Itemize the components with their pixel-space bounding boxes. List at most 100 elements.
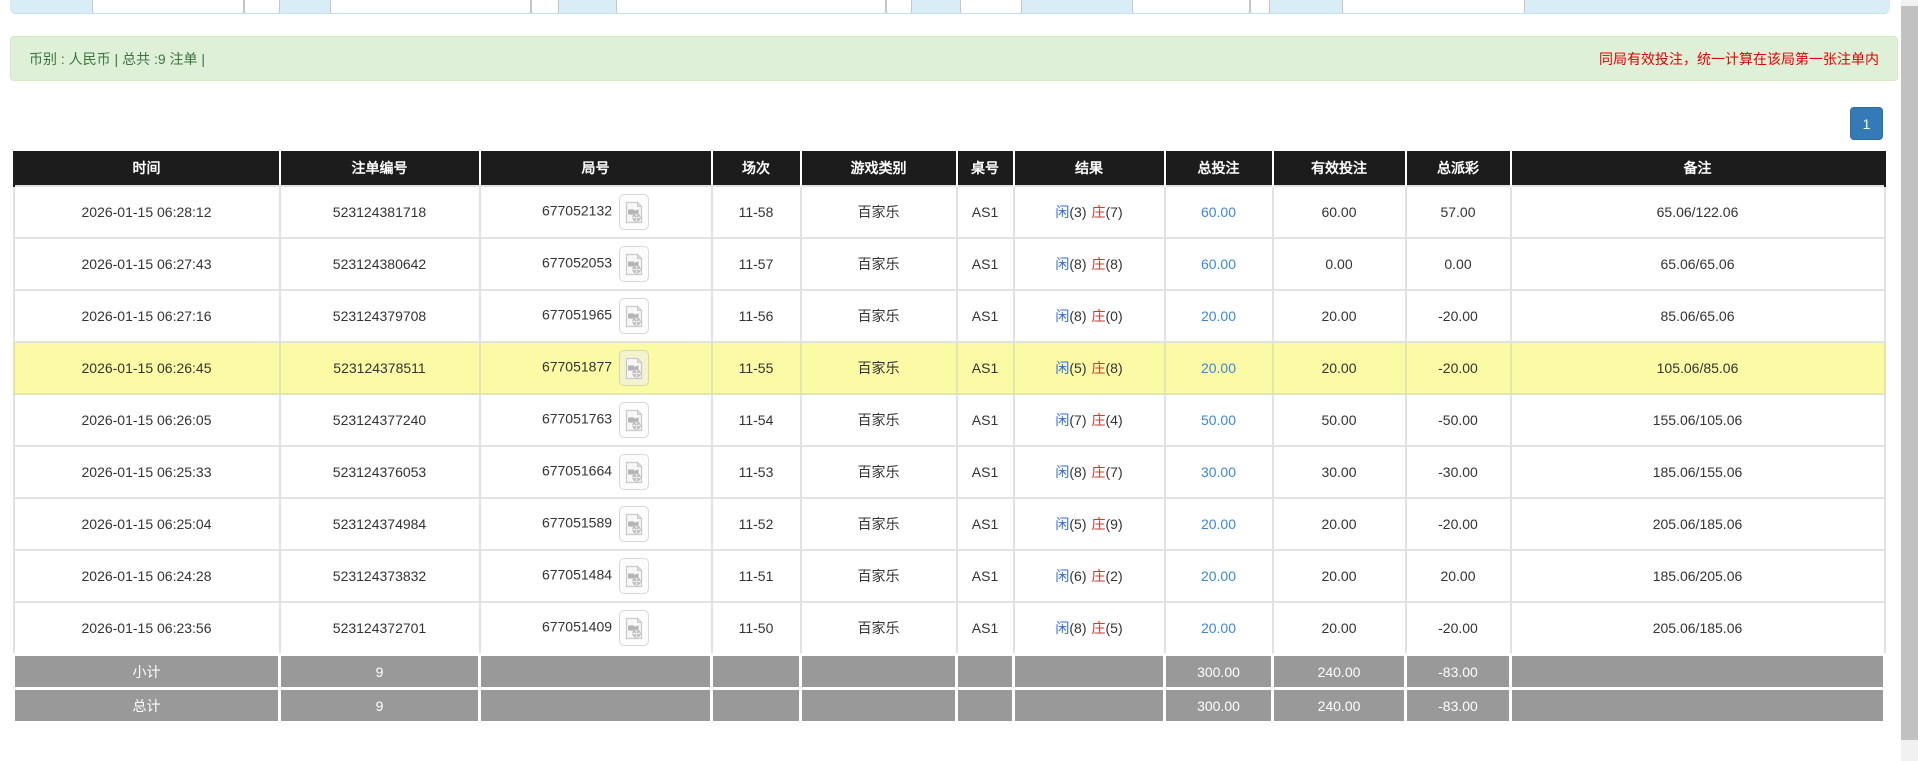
video-playback-icon bbox=[625, 304, 643, 327]
table-row[interactable]: 2026-01-15 06:27:43 523124380642 677052053… bbox=[12, 237, 1886, 291]
video-playback-button[interactable] bbox=[619, 194, 650, 230]
video-playback-icon bbox=[625, 460, 643, 483]
banker-result: 庄 bbox=[1091, 308, 1106, 324]
cell-round-id: 677051409 bbox=[478, 601, 713, 656]
col-header-valid_bet: 有效投注 bbox=[1271, 151, 1407, 186]
total-bet-link[interactable]: 60.00 bbox=[1201, 256, 1236, 272]
cell-total-bet[interactable]: 60.00 bbox=[1163, 237, 1274, 291]
col-header-bet_id: 注单编号 bbox=[278, 151, 481, 186]
total-bet-link[interactable]: 50.00 bbox=[1201, 412, 1236, 428]
cell-game-type: 百家乐 bbox=[799, 341, 958, 395]
player-score: (5) bbox=[1069, 516, 1087, 532]
cell-round-id: 677051589 bbox=[478, 497, 713, 551]
summary-round bbox=[478, 687, 713, 724]
filter-addon-sliver[interactable] bbox=[886, 0, 912, 13]
total-bet-link[interactable]: 20.00 bbox=[1201, 308, 1236, 324]
scrollbar-thumb[interactable] bbox=[1901, 6, 1918, 740]
total-bet-link[interactable]: 60.00 bbox=[1201, 204, 1236, 220]
cell-session: 11-53 bbox=[710, 445, 802, 499]
filter-input-sliver[interactable] bbox=[1342, 0, 1525, 13]
col-header-total_bet: 总投注 bbox=[1163, 151, 1274, 186]
table-row[interactable]: 2026-01-15 06:26:45 523124378511 677051877… bbox=[12, 341, 1886, 395]
summary-table-no bbox=[955, 687, 1015, 724]
table-row[interactable]: 2026-01-15 06:25:04 523124374984 677051589… bbox=[12, 497, 1886, 551]
cell-total-bet[interactable]: 20.00 bbox=[1163, 601, 1274, 656]
filter-addon-sliver[interactable] bbox=[531, 0, 559, 13]
cell-total-bet[interactable]: 20.00 bbox=[1163, 497, 1274, 551]
filter-input-sliver[interactable] bbox=[330, 0, 531, 13]
cell-remark: 185.06/155.06 bbox=[1509, 445, 1886, 499]
cell-payout: -20.00 bbox=[1404, 601, 1512, 656]
player-result: 闲 bbox=[1055, 204, 1070, 220]
cell-total-bet[interactable]: 20.00 bbox=[1163, 289, 1274, 343]
summary-row: 小计 9 300.00 240.00 -83.00 bbox=[12, 653, 1886, 690]
filter-addon-sliver[interactable] bbox=[244, 0, 280, 13]
cell-remark: 155.06/105.06 bbox=[1509, 393, 1886, 447]
cell-time: 2026-01-15 06:27:43 bbox=[12, 237, 281, 291]
video-playback-button[interactable] bbox=[619, 558, 650, 594]
filter-input-sliver[interactable] bbox=[616, 0, 886, 13]
total-bet-link[interactable]: 20.00 bbox=[1201, 620, 1236, 636]
table-row[interactable]: 2026-01-15 06:25:33 523124376053 677051664… bbox=[12, 445, 1886, 499]
cell-remark: 185.06/205.06 bbox=[1509, 549, 1886, 603]
table-row[interactable]: 2026-01-15 06:23:56 523124372701 677051409… bbox=[12, 601, 1886, 656]
video-playback-button[interactable] bbox=[619, 402, 650, 438]
total-bet-link[interactable]: 20.00 bbox=[1201, 516, 1236, 532]
summary-game-type bbox=[799, 653, 958, 690]
summary-payout: -83.00 bbox=[1404, 687, 1512, 724]
total-bet-link[interactable]: 20.00 bbox=[1201, 360, 1236, 376]
filter-addon-sliver[interactable] bbox=[1250, 0, 1270, 13]
header-row: 时间 注单编号 局号 场次 游戏类别 桌号 结果 总投注 有效投注 总派彩 备注 bbox=[12, 151, 1886, 186]
video-playback-button[interactable] bbox=[619, 610, 650, 646]
cell-valid-bet: 20.00 bbox=[1271, 341, 1407, 395]
cell-total-bet[interactable]: 20.00 bbox=[1163, 549, 1274, 603]
vertical-scrollbar[interactable] bbox=[1901, 0, 1918, 761]
video-playback-button[interactable] bbox=[619, 246, 650, 282]
cell-remark: 85.06/65.06 bbox=[1509, 289, 1886, 343]
cell-total-bet[interactable]: 60.00 bbox=[1163, 185, 1274, 239]
filter-input-sliver[interactable] bbox=[1132, 0, 1250, 13]
cell-table-no: AS1 bbox=[955, 185, 1015, 239]
filter-input-sliver[interactable] bbox=[960, 0, 1022, 13]
table-row[interactable]: 2026-01-15 06:24:28 523124373832 677051484… bbox=[12, 549, 1886, 603]
cell-bet-id: 523124377240 bbox=[278, 393, 481, 447]
filter-input-sliver[interactable] bbox=[92, 0, 244, 13]
video-playback-icon bbox=[625, 356, 643, 379]
summary-payout: -83.00 bbox=[1404, 653, 1512, 690]
same-round-note: 同局有效投注，统一计算在该局第一张注单内 bbox=[1599, 50, 1879, 67]
table-row[interactable]: 2026-01-15 06:27:16 523124379708 677051965… bbox=[12, 289, 1886, 343]
cell-total-bet[interactable]: 20.00 bbox=[1163, 341, 1274, 395]
total-bet-link[interactable]: 20.00 bbox=[1201, 568, 1236, 584]
table-row[interactable]: 2026-01-15 06:26:05 523124377240 677051763… bbox=[12, 393, 1886, 447]
video-playback-button[interactable] bbox=[619, 454, 650, 490]
cell-table-no: AS1 bbox=[955, 445, 1015, 499]
cell-valid-bet: 50.00 bbox=[1271, 393, 1407, 447]
filter-form-strip bbox=[10, 0, 1890, 14]
cell-payout: 0.00 bbox=[1404, 237, 1512, 291]
round-number: 677052132 bbox=[541, 202, 613, 219]
cell-result: 闲(8) 庄(8) bbox=[1012, 237, 1166, 291]
player-score: (5) bbox=[1069, 360, 1087, 376]
cell-game-type: 百家乐 bbox=[799, 549, 958, 603]
cell-valid-bet: 20.00 bbox=[1271, 497, 1407, 551]
cell-result: 闲(8) 庄(0) bbox=[1012, 289, 1166, 343]
cell-session: 11-55 bbox=[710, 341, 802, 395]
summary-count: 9 bbox=[278, 687, 481, 724]
round-number: 677051965 bbox=[541, 306, 613, 323]
cell-round-id: 677051664 bbox=[478, 445, 713, 499]
round-number: 677051763 bbox=[541, 410, 613, 427]
banker-score: (8) bbox=[1105, 256, 1123, 272]
cell-bet-id: 523124381718 bbox=[278, 185, 481, 239]
banker-score: (5) bbox=[1105, 620, 1123, 636]
cell-total-bet[interactable]: 30.00 bbox=[1163, 445, 1274, 499]
table-row[interactable]: 2026-01-15 06:28:12 523124381718 677052132… bbox=[12, 185, 1886, 239]
video-playback-button[interactable] bbox=[619, 350, 650, 386]
summary-session bbox=[710, 653, 802, 690]
col-header-game_type: 游戏类别 bbox=[799, 151, 958, 186]
video-playback-button[interactable] bbox=[619, 298, 650, 334]
cell-total-bet[interactable]: 50.00 bbox=[1163, 393, 1274, 447]
video-playback-button[interactable] bbox=[619, 506, 650, 542]
total-bet-link[interactable]: 30.00 bbox=[1201, 464, 1236, 480]
page-1-button[interactable]: 1 bbox=[1850, 107, 1883, 140]
player-result: 闲 bbox=[1055, 568, 1070, 584]
